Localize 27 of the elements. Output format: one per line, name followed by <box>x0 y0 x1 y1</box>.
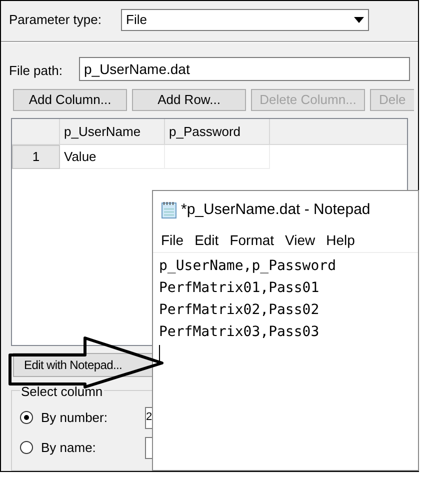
table-cell: Value <box>60 145 165 169</box>
menu-item[interactable]: Help <box>326 230 355 251</box>
parameter-type-dropdown[interactable]: File <box>121 9 369 31</box>
row-number: 1 <box>12 145 60 169</box>
radio-label: By name: <box>41 438 97 457</box>
toolbar-button[interactable]: Add Row... <box>132 89 246 111</box>
text-line: PerfMatrix02,Pass02 <box>159 301 320 320</box>
notepad-icon <box>161 201 177 219</box>
column-header[interactable]: p_Password <box>165 119 270 144</box>
field-label: File path: <box>9 62 64 80</box>
text-cursor <box>159 345 160 363</box>
toolbar-button[interactable]: Add Column... <box>13 89 127 111</box>
window-title: *p_UserName.dat - Notepad <box>181 200 370 220</box>
column-header[interactable]: p_UserName <box>60 119 165 144</box>
dropdown-arrow-icon <box>354 17 364 23</box>
field-label: Parameter type: <box>9 11 102 30</box>
radio-button[interactable] <box>20 441 33 454</box>
menu-item[interactable]: Format <box>230 230 274 251</box>
menu-item[interactable]: View <box>285 230 316 251</box>
radio-label: By number: <box>41 408 108 427</box>
text-line: PerfMatrix03,Pass03 <box>159 323 320 342</box>
file-path-field[interactable]: p_UserName.dat <box>79 57 410 81</box>
text-line: p_UserName,p_Password <box>159 257 338 276</box>
text-line: PerfMatrix01,Pass01 <box>159 279 320 298</box>
radio-button[interactable] <box>20 411 33 424</box>
menu-item[interactable]: Edit <box>194 230 219 251</box>
menu-item[interactable]: File <box>161 230 184 251</box>
